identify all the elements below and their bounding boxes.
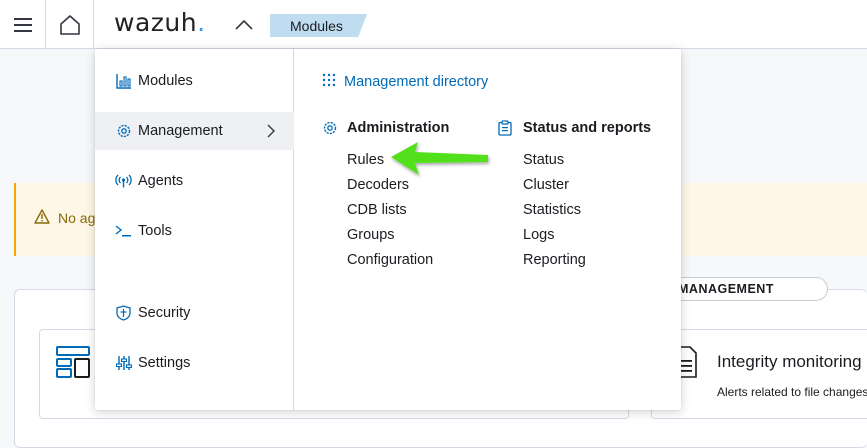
breadcrumb-modules[interactable]: Modules <box>270 14 367 37</box>
warning-icon <box>34 209 50 224</box>
administration-title: Administration <box>347 120 450 136</box>
chevron-up-icon[interactable] <box>233 14 255 36</box>
annotation-arrow-icon <box>391 142 488 175</box>
status-reports-title: Status and reports <box>523 120 652 136</box>
card-title: Integrity monitoring <box>717 352 862 371</box>
chart-icon <box>115 73 132 90</box>
integrity-monitoring-card[interactable]: Integrity monitoring Alerts related to f… <box>651 329 867 419</box>
sidebar-item-label: Tools <box>138 223 172 239</box>
sidebar-item-security[interactable]: Security <box>95 294 294 332</box>
top-bar: wazuh. Modules <box>0 0 867 49</box>
sidebar-item-label: Management <box>138 123 223 139</box>
grid-dots-icon <box>322 73 336 91</box>
card-description: Alerts related to file changes <box>717 385 867 399</box>
menu-link-decoders[interactable]: Decoders <box>347 177 409 193</box>
home-icon <box>59 14 80 35</box>
antenna-icon <box>115 173 132 190</box>
menu-link-groups[interactable]: Groups <box>347 227 395 243</box>
menu-sidebar: Modules Management Agents Tools Security… <box>95 49 294 410</box>
administration-heading: Administration <box>322 119 492 137</box>
chevron-right-icon <box>267 124 275 138</box>
layout-icon <box>56 346 90 378</box>
hamburger-icon <box>13 17 32 32</box>
menu-link-configuration[interactable]: Configuration <box>347 252 433 268</box>
directory-link-label: Management directory <box>344 74 489 90</box>
wazuh-logo[interactable]: wazuh. <box>114 8 206 37</box>
status-reports-heading: Status and reports <box>498 119 668 137</box>
navigation-menu: Modules Management Agents Tools Security… <box>95 49 681 410</box>
menu-link-status[interactable]: Status <box>523 152 564 168</box>
sidebar-item-management[interactable]: Management <box>95 112 294 150</box>
menu-link-rules[interactable]: Rules <box>347 152 384 168</box>
sidebar-item-settings[interactable]: Settings <box>95 344 294 382</box>
logo-text: wazuh <box>114 8 198 37</box>
home-button[interactable] <box>46 0 94 49</box>
sidebar-item-agents[interactable]: Agents <box>95 162 294 200</box>
gear-icon <box>322 120 339 136</box>
menu-link-logs[interactable]: Logs <box>523 227 554 243</box>
clipboard-icon <box>498 120 515 136</box>
shield-icon <box>115 305 132 322</box>
menu-toggle-button[interactable] <box>0 0 46 49</box>
menu-link-reporting[interactable]: Reporting <box>523 252 586 268</box>
sidebar-item-label: Agents <box>138 173 184 189</box>
sidebar-item-label: Settings <box>138 355 191 371</box>
status-reports-section: Status and reports Status Cluster Statis… <box>498 119 668 319</box>
tab-label: MANAGEMENT <box>678 282 774 296</box>
callout-text: No ag <box>58 210 96 226</box>
sidebar-item-label: Modules <box>138 73 193 89</box>
management-directory-link[interactable]: Management directory <box>322 73 488 91</box>
logo-dot: . <box>197 8 206 37</box>
menu-link-cdb-lists[interactable]: CDB lists <box>347 202 407 218</box>
breadcrumb-label: Modules <box>290 18 343 34</box>
console-icon <box>115 223 132 240</box>
sidebar-item-tools[interactable]: Tools <box>95 212 294 250</box>
sliders-icon <box>115 355 132 372</box>
menu-link-cluster[interactable]: Cluster <box>523 177 569 193</box>
menu-content: Management directory Administration Rule… <box>295 49 681 410</box>
sidebar-item-label: Security <box>138 305 191 321</box>
menu-link-statistics[interactable]: Statistics <box>523 202 581 218</box>
sidebar-item-modules[interactable]: Modules <box>95 62 294 100</box>
gear-icon <box>115 123 132 140</box>
